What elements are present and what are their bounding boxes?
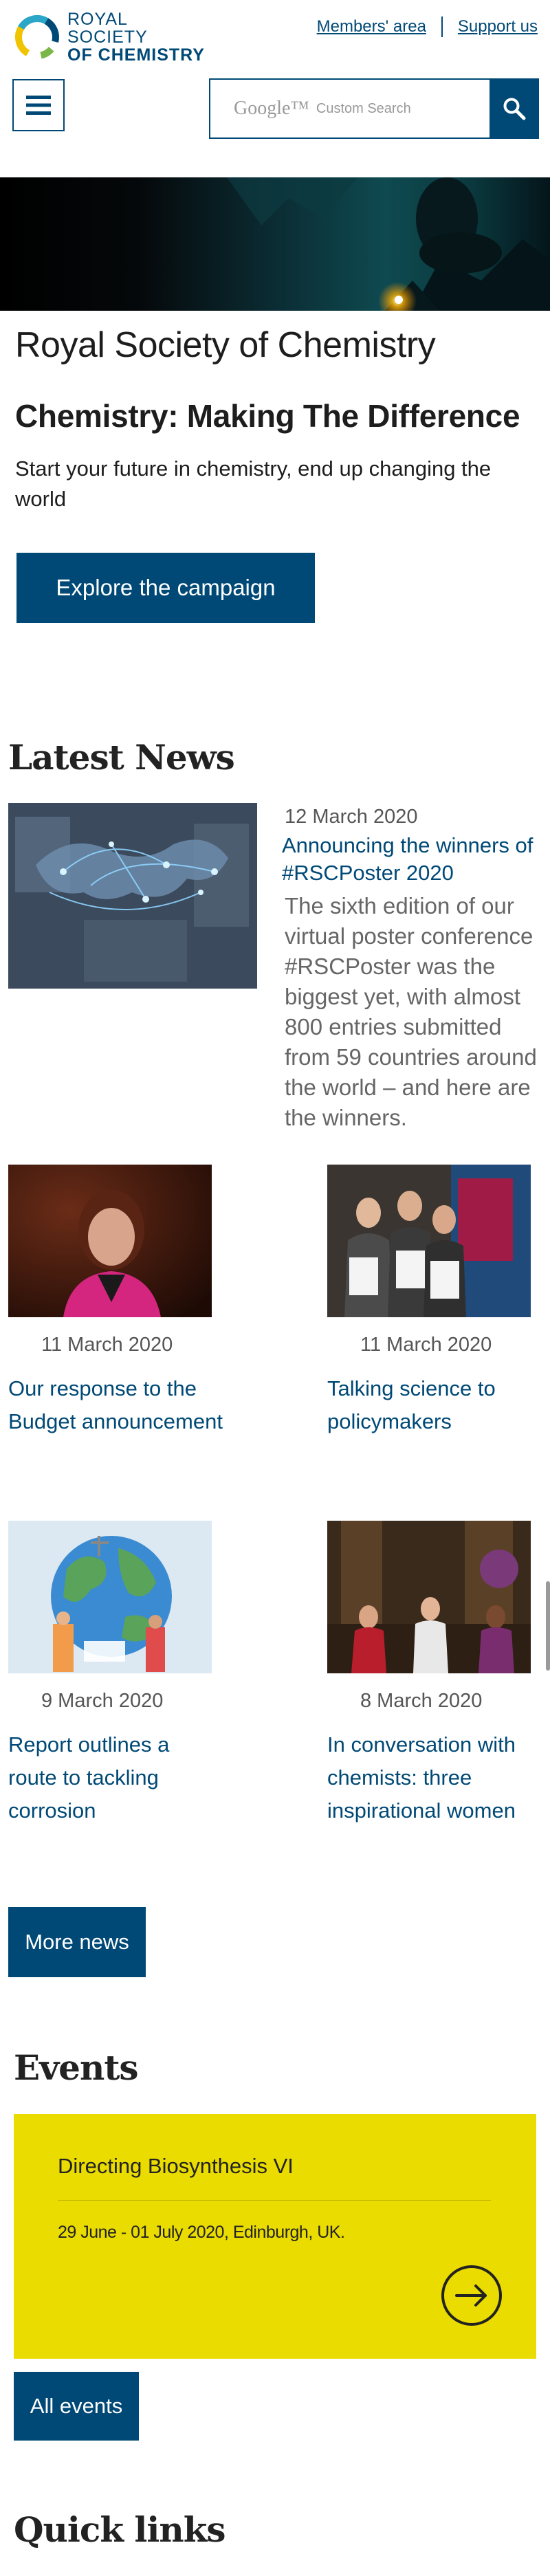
page-title: Royal Society of Chemistry	[15, 325, 436, 365]
policymakers-news-image[interactable]	[327, 1165, 531, 1317]
event-card[interactable]: Directing Biosynthesis VI 29 June - 01 J…	[14, 2114, 536, 2359]
inspirational-women-news-date: 8 March 2020	[360, 1690, 483, 1712]
campaign-title: Chemistry: Making The Difference	[15, 398, 520, 434]
support-us-link[interactable]: Support us	[458, 17, 538, 36]
search-button[interactable]	[490, 78, 539, 139]
logo-line-2: OF CHEMISTRY	[67, 45, 205, 65]
budget-news-image[interactable]	[8, 1165, 212, 1317]
search-placeholder: Custom Search	[316, 100, 411, 116]
all-events-button[interactable]: All events	[14, 2372, 139, 2441]
inspirational-women-news-image[interactable]	[327, 1521, 531, 1673]
featured-news-title-link[interactable]: Announcing the winners of #RSCPoster 202…	[282, 832, 543, 887]
search-input[interactable]: Google™ Custom Search	[209, 78, 491, 139]
more-news-button[interactable]: More news	[8, 1907, 146, 1977]
event-date-location: 29 June - 01 July 2020, Edinburgh, UK.	[58, 2223, 345, 2242]
logo-line-1: ROYAL SOCIETY	[67, 9, 148, 47]
campaign-intro: Start your future in chemistry, end up c…	[15, 456, 492, 511]
rsc-logo-mark-icon	[15, 15, 59, 59]
rscposter-news-image[interactable]	[8, 803, 257, 989]
explore-campaign-button[interactable]: Explore the campaign	[16, 553, 315, 623]
latest-news-heading: Latest News	[8, 737, 235, 778]
logo-wordmark: ROYAL SOCIETY OF CHEMISTRY	[67, 10, 212, 65]
corrosion-news-image[interactable]	[8, 1521, 212, 1673]
magnifier-icon	[503, 98, 526, 120]
rsc-logo[interactable]: ROYAL SOCIETY OF CHEMISTRY	[12, 10, 212, 65]
featured-news-summary: The sixth edition of our virtual poster …	[285, 893, 537, 1130]
corrosion-news-title-link[interactable]: Report outlines a route to tackling corr…	[8, 1728, 214, 1827]
budget-news-title-link[interactable]: Our response to the Budget announcement	[8, 1372, 228, 1438]
featured-news-date: 12 March 2020	[285, 806, 418, 828]
menu-button[interactable]	[12, 79, 65, 131]
arrow-right-circle-icon[interactable]	[440, 2264, 503, 2327]
top-links: Members' area Support us	[317, 16, 538, 37]
hero-banner-image	[0, 177, 550, 311]
hamburger-icon	[26, 96, 51, 115]
policymakers-news-title-link[interactable]: Talking science to policymakers	[327, 1372, 534, 1438]
inspirational-women-news-title-link[interactable]: In conversation with chemists: three ins…	[327, 1728, 540, 1827]
top-links-divider	[441, 16, 443, 37]
corrosion-news-date: 9 March 2020	[41, 1690, 164, 1712]
search-brand: Google™	[234, 98, 309, 119]
policymakers-news-date: 11 March 2020	[360, 1334, 492, 1356]
budget-news-date: 11 March 2020	[41, 1334, 173, 1356]
event-title: Directing Biosynthesis VI	[58, 2154, 294, 2178]
event-divider	[58, 2200, 491, 2201]
events-heading: Events	[14, 2047, 139, 2088]
quick-links-heading: Quick links	[14, 2509, 226, 2550]
page-scrollbar[interactable]	[546, 1581, 550, 1671]
members-area-link[interactable]: Members' area	[317, 17, 426, 36]
